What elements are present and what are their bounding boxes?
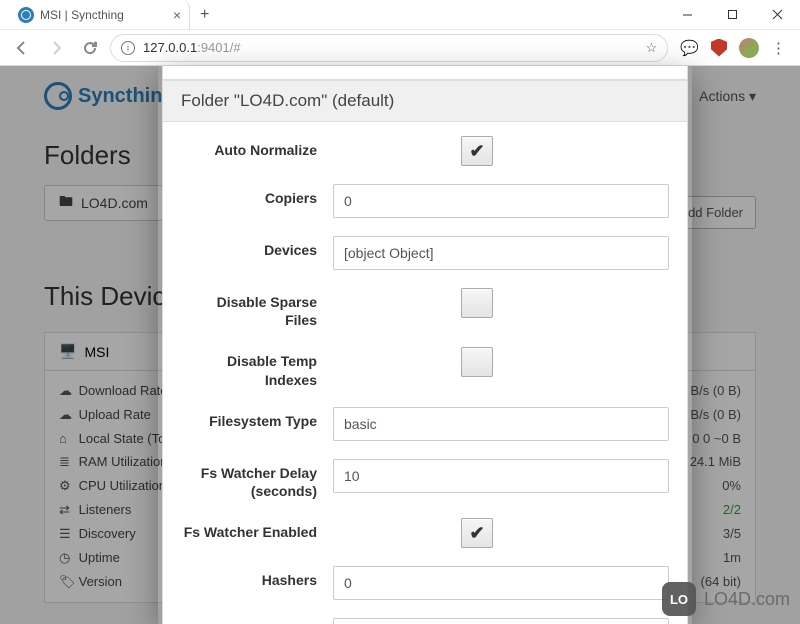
watermark-text: LO4D.com: [704, 589, 790, 610]
maximize-button[interactable]: [710, 0, 755, 30]
forward-button[interactable]: [42, 34, 70, 62]
back-button[interactable]: [8, 34, 36, 62]
devices-input[interactable]: [333, 236, 669, 270]
id-input[interactable]: [333, 618, 669, 624]
label-disable-sparse: Disable Sparse Files: [181, 288, 333, 329]
fs-type-input[interactable]: [333, 407, 669, 441]
copiers-input[interactable]: [333, 184, 669, 218]
extension-icon[interactable]: 💬: [680, 39, 699, 57]
tab-favicon: [18, 7, 34, 23]
reload-button[interactable]: [76, 34, 104, 62]
label-hashers: Hashers: [181, 566, 333, 589]
browser-titlebar: MSI | Syncthing × +: [0, 0, 800, 30]
fs-delay-input[interactable]: [333, 459, 669, 493]
label-disable-temp: Disable Temp Indexes: [181, 347, 333, 388]
tab-title: MSI | Syncthing: [40, 8, 124, 22]
profile-avatar[interactable]: [739, 38, 759, 58]
ublock-icon[interactable]: [711, 39, 727, 57]
label-fs-type: Filesystem Type: [181, 407, 333, 430]
browser-toolbar: i 127.0.0.1:9401/# ☆ 💬 ⋮: [0, 30, 800, 66]
site-info-icon[interactable]: i: [121, 41, 135, 55]
label-auto-normalize: Auto Normalize: [181, 136, 333, 159]
label-fs-enabled: Fs Watcher Enabled: [181, 518, 333, 541]
url-path: :9401/#: [197, 40, 240, 55]
label-copiers: Copiers: [181, 184, 333, 207]
hashers-input[interactable]: [333, 566, 669, 600]
bookmark-star-icon[interactable]: ☆: [646, 40, 658, 56]
watermark: LO LO4D.com: [662, 582, 790, 616]
auto-normalize-checkbox[interactable]: [461, 136, 493, 166]
new-tab-button[interactable]: +: [190, 6, 219, 24]
label-fs-delay: Fs Watcher Delay (seconds): [181, 459, 333, 500]
close-tab-icon[interactable]: ×: [173, 7, 181, 23]
disable-sparse-checkbox[interactable]: [461, 288, 493, 318]
watermark-badge: LO: [662, 582, 696, 616]
section-header[interactable]: Folder "LO4D.com" (default): [163, 80, 687, 122]
label-id: Id: [181, 618, 333, 624]
browser-tab[interactable]: MSI | Syncthing ×: [0, 0, 190, 30]
advanced-settings-modal: Folder "LO4D.com" (default) Auto Normali…: [162, 66, 688, 624]
url-host: 127.0.0.1: [143, 40, 197, 55]
browser-menu-icon[interactable]: ⋮: [771, 39, 786, 57]
minimize-button[interactable]: [665, 0, 710, 30]
window-controls: [665, 0, 800, 30]
disable-temp-checkbox[interactable]: [461, 347, 493, 377]
label-devices: Devices: [181, 236, 333, 259]
close-window-button[interactable]: [755, 0, 800, 30]
fs-enabled-checkbox[interactable]: [461, 518, 493, 548]
address-bar[interactable]: i 127.0.0.1:9401/# ☆: [110, 34, 668, 62]
